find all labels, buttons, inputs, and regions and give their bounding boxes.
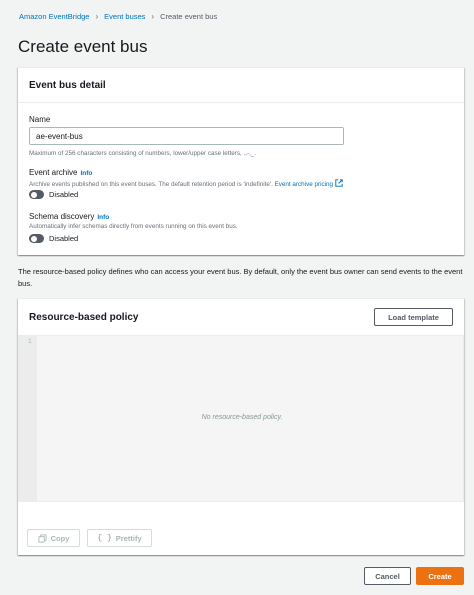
- schema-discovery-info-link[interactable]: Info: [97, 214, 109, 221]
- name-label: Name: [29, 115, 51, 124]
- prettify-button-label: Prettify: [115, 533, 142, 543]
- schema-discovery-toggle[interactable]: Disabled: [29, 234, 78, 243]
- chevron-right-icon: ›: [151, 12, 155, 21]
- breadcrumb-current: Create event bus: [160, 12, 218, 21]
- event-archive-label: Event archive Info: [29, 168, 92, 177]
- breadcrumb-event-buses[interactable]: Event buses: [104, 12, 145, 21]
- event-archive-pricing-text: Event archive pricing: [274, 181, 334, 188]
- event-archive-desc-text: Archive events published on this event b…: [29, 181, 273, 188]
- policy-description: The resource-based policy defines who ca…: [18, 267, 463, 288]
- breadcrumb: Amazon EventBridge › Event buses › Creat…: [19, 12, 217, 21]
- panel-header: Event bus detail: [18, 68, 464, 103]
- toggle-knob: [30, 235, 37, 242]
- copy-button[interactable]: Copy: [27, 529, 80, 547]
- toggle-switch[interactable]: [29, 234, 44, 243]
- name-hint: Maximum of 256 characters consisting of …: [29, 150, 257, 157]
- event-archive-pricing-link[interactable]: Event archive pricing: [274, 179, 343, 188]
- event-archive-toggle[interactable]: Disabled: [29, 190, 78, 199]
- resource-policy-panel: Resource-based policy Load template 1 No…: [18, 298, 464, 555]
- prettify-button[interactable]: { } Prettify: [87, 529, 152, 547]
- schema-discovery-label: Schema discovery Info: [29, 212, 109, 221]
- panel-title: Event bus detail: [29, 79, 106, 91]
- panel-title: Resource-based policy: [29, 311, 139, 323]
- toggle-knob: [30, 191, 37, 198]
- schema-discovery-label-text: Schema discovery: [29, 212, 95, 221]
- event-archive-toggle-label: Disabled: [49, 190, 79, 199]
- cancel-button[interactable]: Cancel: [364, 567, 411, 585]
- breadcrumb-amazon-eventbridge[interactable]: Amazon EventBridge: [19, 12, 89, 21]
- load-template-button[interactable]: Load template: [374, 308, 453, 326]
- editor-placeholder: No resource-based policy.: [201, 414, 283, 421]
- line-number: 1: [28, 338, 32, 345]
- external-link-icon: [335, 179, 343, 187]
- schema-discovery-toggle-label: Disabled: [49, 234, 79, 243]
- copy-button-label: Copy: [50, 533, 70, 543]
- policy-editor[interactable]: 1 No resource-based policy.: [18, 335, 464, 502]
- event-bus-detail-panel: Event bus detail Name Maximum of 256 cha…: [18, 67, 464, 255]
- event-archive-label-text: Event archive: [29, 168, 78, 177]
- toggle-switch[interactable]: [29, 190, 44, 199]
- event-archive-description: Archive events published on this event b…: [29, 179, 343, 188]
- braces-icon: { }: [97, 533, 112, 543]
- page-title: Create event bus: [18, 37, 148, 56]
- schema-discovery-description: Automatically infer schemas directly fro…: [29, 223, 238, 230]
- name-input[interactable]: [29, 127, 344, 145]
- create-button[interactable]: Create: [416, 567, 464, 585]
- copy-icon: [38, 533, 47, 543]
- chevron-right-icon: ›: [95, 12, 99, 21]
- event-archive-info-link[interactable]: Info: [80, 170, 92, 177]
